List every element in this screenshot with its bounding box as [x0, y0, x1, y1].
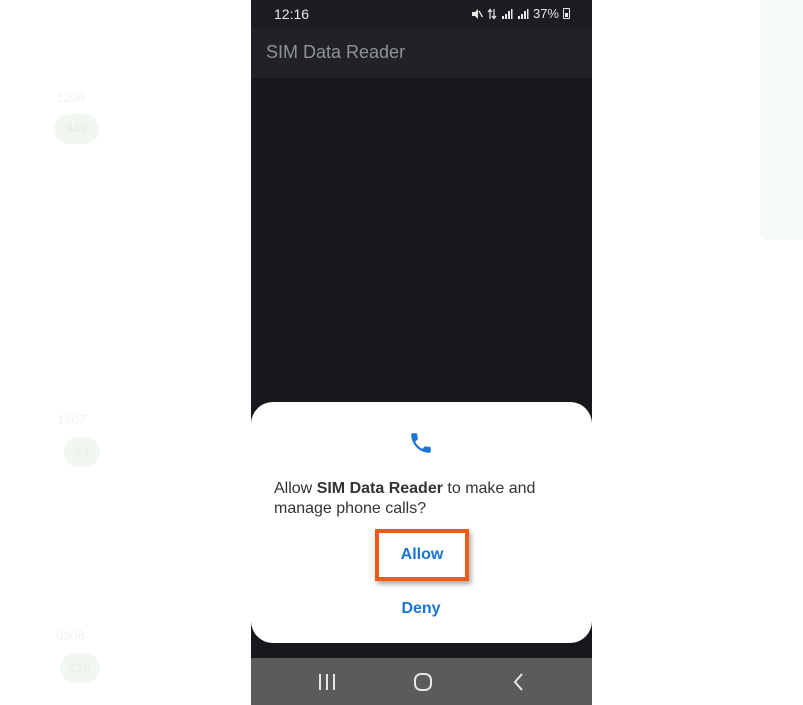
- phone-icon: [411, 433, 431, 453]
- data-arrows-icon: [487, 8, 497, 19]
- background-label: 1307: [57, 412, 86, 427]
- home-icon[interactable]: [411, 670, 435, 694]
- deny-button[interactable]: Deny: [381, 594, 461, 624]
- back-icon[interactable]: [507, 670, 531, 694]
- background-badge: 949: [54, 114, 99, 144]
- status-time: 12:16: [274, 6, 310, 22]
- background-side-panel: [760, 0, 803, 240]
- allow-button-label: Allow: [400, 546, 444, 563]
- status-bar: 12:16 37%: [251, 0, 592, 28]
- app-title: SIM Data Reader: [266, 42, 406, 62]
- signal-icon: [501, 8, 513, 19]
- status-icons: 37%: [471, 6, 570, 21]
- allow-button[interactable]: Allow: [375, 529, 469, 581]
- message-prefix: Allow: [274, 480, 317, 497]
- phone-screen: 12:16 37% SIM Data Reader Allow SIM Data…: [251, 0, 592, 705]
- battery-icon: [563, 8, 570, 19]
- background-badge: 116: [60, 653, 100, 683]
- message-app-name: SIM Data Reader: [316, 480, 443, 497]
- battery-percent: 37%: [532, 6, 559, 21]
- navigation-bar: [251, 658, 592, 705]
- background-label: 1208: [56, 90, 85, 105]
- permission-dialog: Allow SIM Data Reader to make and manage…: [251, 402, 592, 643]
- background-label: 0908: [56, 628, 85, 643]
- mute-icon: [471, 8, 483, 19]
- background-badge: 33: [64, 437, 100, 467]
- dialog-message: Allow SIM Data Reader to make and manage…: [274, 479, 574, 519]
- app-bar: SIM Data Reader: [251, 28, 592, 78]
- recents-icon[interactable]: [315, 670, 339, 694]
- signal-icon: [517, 8, 529, 19]
